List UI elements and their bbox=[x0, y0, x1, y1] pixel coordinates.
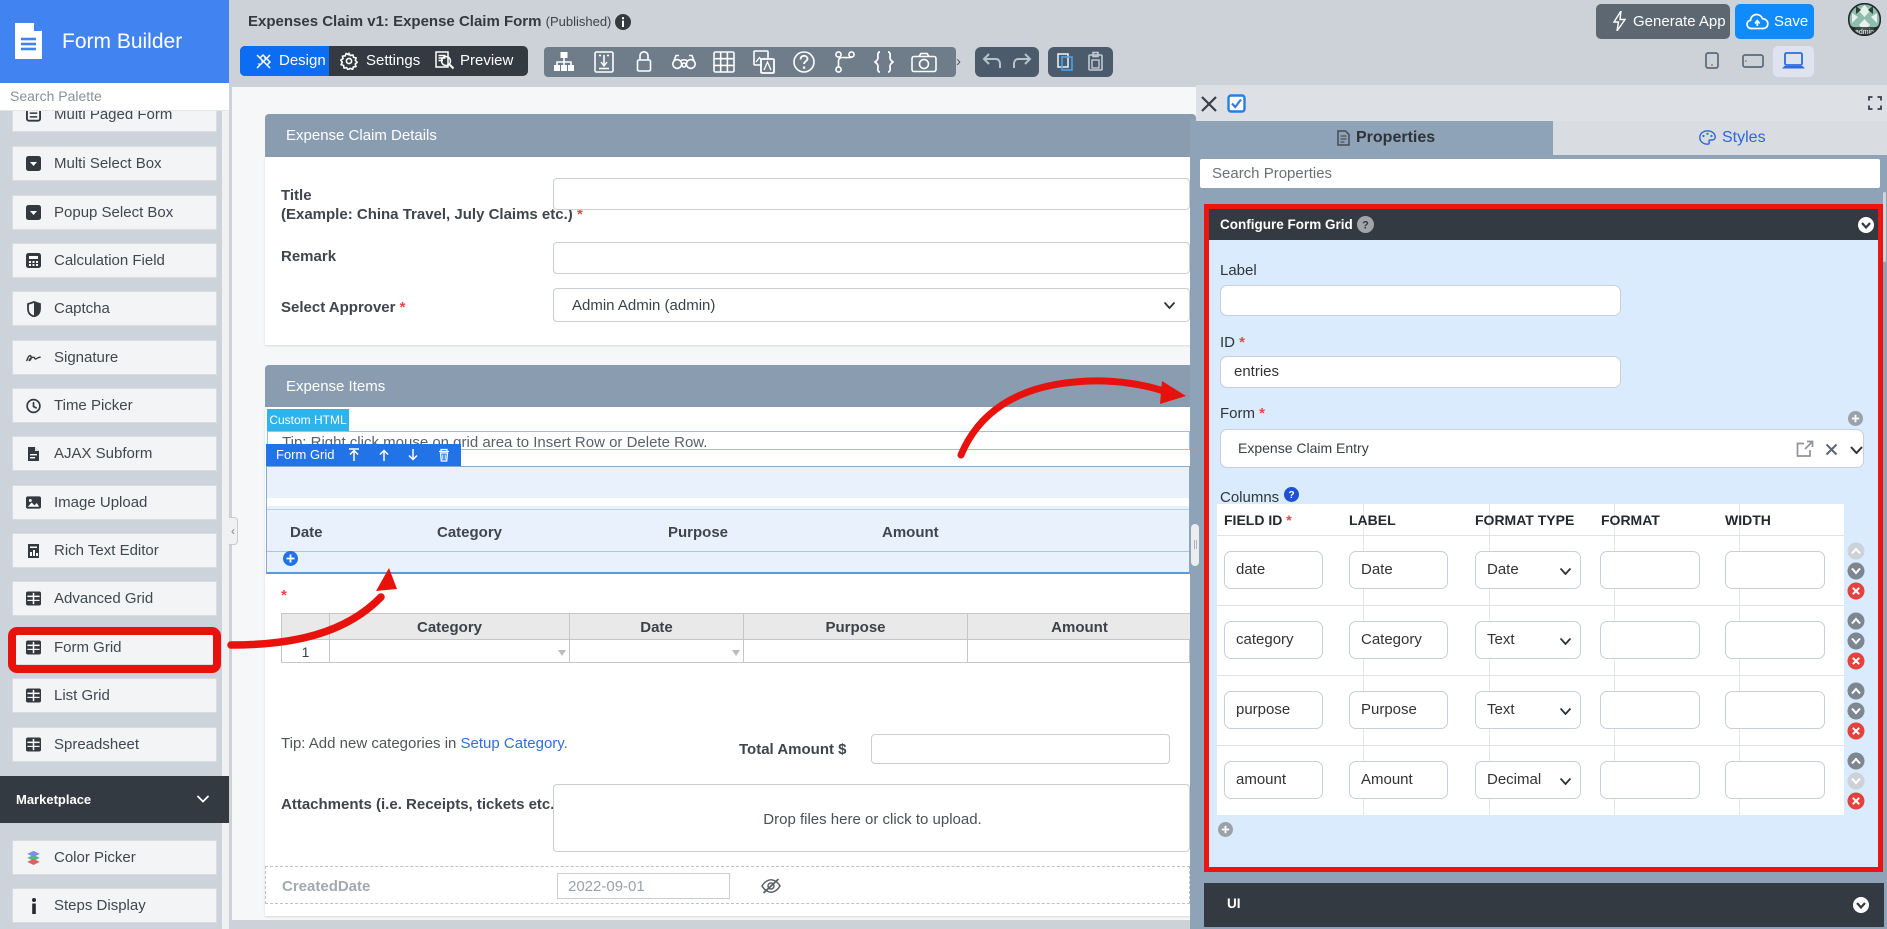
svg-text:?: ? bbox=[1362, 220, 1369, 232]
svg-text:?: ? bbox=[1288, 490, 1294, 501]
